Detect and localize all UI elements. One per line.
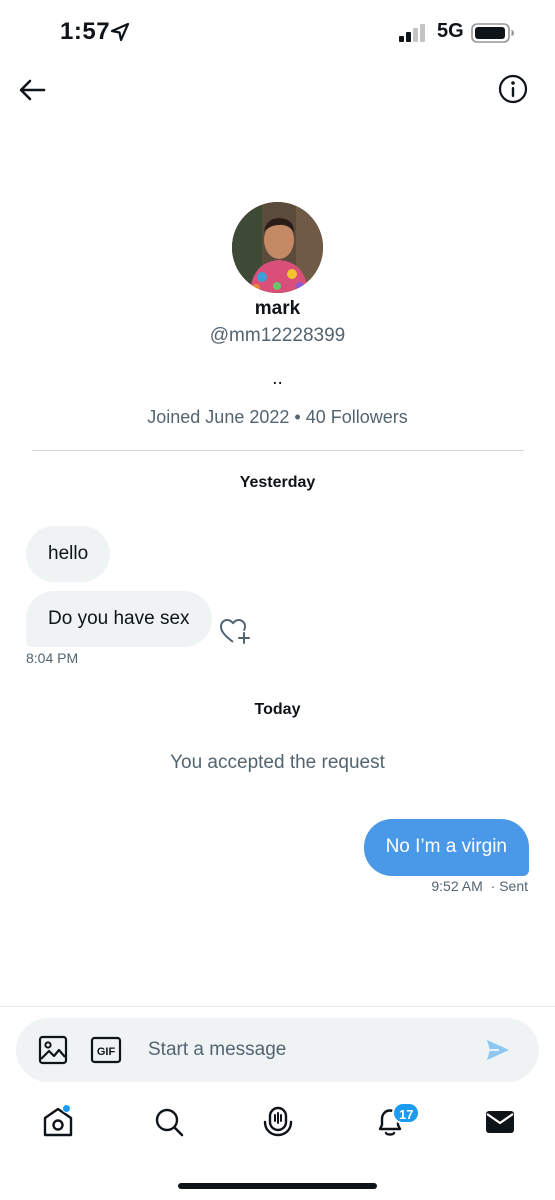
avatar-photo [232, 202, 323, 293]
message-input[interactable] [148, 1030, 468, 1070]
divider [32, 450, 524, 451]
heart-plus-icon[interactable] [218, 616, 252, 648]
message-timestamp: 9:52 AM [431, 878, 483, 894]
composer-divider [0, 1006, 555, 1007]
avatar[interactable] [232, 202, 323, 293]
day-label-yesterday: Yesterday [239, 474, 316, 491]
message-bubble-incoming[interactable]: Do you have sex [26, 591, 212, 647]
system-message: You accepted the request [170, 752, 385, 773]
image-icon[interactable] [38, 1035, 68, 1065]
back-button[interactable] [16, 74, 48, 106]
info-circle-icon[interactable] [497, 73, 529, 105]
spaces-icon[interactable] [260, 1104, 296, 1140]
search-icon[interactable] [151, 1104, 187, 1140]
messages-icon[interactable] [482, 1104, 518, 1140]
location-arrow-icon [110, 22, 130, 42]
home-notification-dot [62, 1104, 71, 1113]
message-timestamp: 8:04 PM [26, 650, 79, 666]
send-icon[interactable] [484, 1036, 512, 1064]
status-time: 1:57 [60, 18, 111, 45]
profile-meta: Joined June 2022 • 40 Followers [147, 407, 408, 427]
day-label-today: Today [254, 701, 301, 718]
home-indicator[interactable] [178, 1183, 377, 1189]
network-label: 5G [437, 20, 464, 42]
gif-icon[interactable]: GIF [90, 1035, 122, 1065]
svg-text:GIF: GIF [97, 1046, 116, 1058]
message-sent-status: · Sent [490, 878, 528, 894]
message-status: 9:52 AM · Sent [431, 878, 528, 894]
status-bar: 1:57 5G [0, 0, 555, 66]
message-bubble-outgoing[interactable]: No I’m a virgin [363, 819, 529, 876]
profile-bio: .. [272, 368, 283, 389]
signal-icon [399, 24, 425, 42]
battery-icon [471, 23, 514, 43]
notifications-badge: 17 [392, 1102, 421, 1124]
message-bubble-incoming[interactable]: hello [26, 526, 111, 582]
profile-handle: @mm12228399 [209, 325, 346, 346]
profile-name[interactable]: mark [0, 298, 555, 320]
